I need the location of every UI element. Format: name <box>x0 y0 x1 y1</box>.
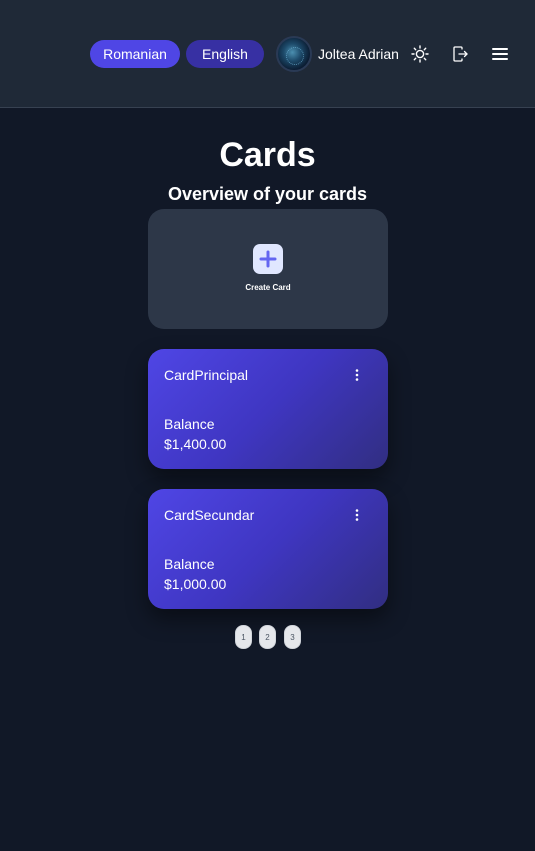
balance-label: Balance <box>164 416 215 432</box>
more-vertical-icon[interactable] <box>348 506 366 524</box>
card-name: CardPrincipal <box>164 367 249 383</box>
page-button-1[interactable]: 1 <box>235 625 252 649</box>
page-button-2[interactable]: 2 <box>259 625 276 649</box>
logout-icon[interactable] <box>450 44 470 64</box>
balance-value: $1,000.00 <box>164 576 227 592</box>
card-item[interactable]: CardSecundar Balance $1,000.00 <box>148 489 388 609</box>
card-item[interactable]: CardPrincipal Balance $1,400.00 <box>148 349 388 469</box>
plus-icon <box>253 244 283 274</box>
top-header: Romanian English Joltea Adrian <box>0 0 535 108</box>
balance-label: Balance <box>164 556 215 572</box>
menu-icon[interactable] <box>490 44 510 64</box>
create-card-button[interactable]: Create Card <box>148 209 388 329</box>
page-subtitle: Overview of your cards <box>167 184 368 204</box>
card-name: CardSecundar <box>164 507 255 523</box>
language-romanian-button[interactable]: Romanian <box>90 40 180 68</box>
page-button-3[interactable]: 3 <box>284 625 301 649</box>
language-english-button[interactable]: English <box>186 40 264 68</box>
balance-value: $1,400.00 <box>164 436 227 452</box>
avatar[interactable] <box>276 36 312 72</box>
page-title: Cards <box>219 136 316 174</box>
create-card-label: Create Card <box>245 283 291 292</box>
sun-icon[interactable] <box>410 44 430 64</box>
more-vertical-icon[interactable] <box>348 366 366 384</box>
user-name: Joltea Adrian <box>318 46 399 62</box>
